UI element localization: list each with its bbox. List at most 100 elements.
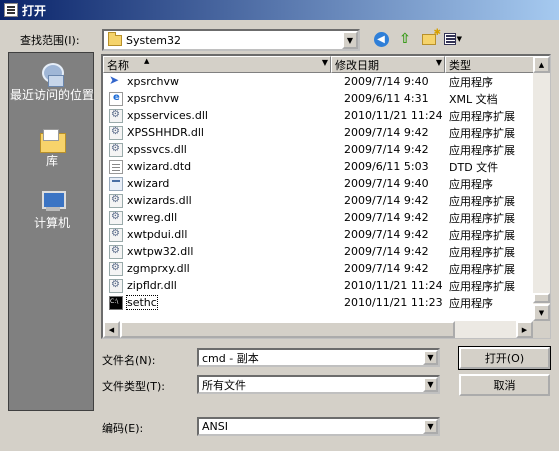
- scroll-corner: [533, 321, 550, 338]
- place-computer-label: 计算机: [33, 216, 70, 230]
- file-dll-icon: [109, 261, 123, 276]
- chevron-down-icon[interactable]: ▼: [423, 377, 438, 392]
- file-name: xpsrchvw: [127, 75, 180, 88]
- vertical-scrollbar[interactable]: ▲ ▼: [533, 56, 550, 321]
- file-name: zipfldr.dll: [127, 279, 177, 292]
- place-computer[interactable]: 计算机: [9, 189, 95, 230]
- file-list[interactable]: 名称 ▲ ▼ 修改日期 ▼ 类型 xpsrchvw2009/7/14 9:40应…: [101, 54, 551, 339]
- scroll-left-button[interactable]: ◀: [103, 321, 120, 338]
- new-folder-button[interactable]: [420, 28, 441, 48]
- filename-combo[interactable]: cmd - 副本 ▼: [197, 348, 440, 367]
- up-arrow-icon: ⇧: [399, 31, 411, 47]
- file-dll-icon: [109, 210, 123, 225]
- scroll-right-button[interactable]: ▶: [516, 321, 533, 338]
- filename-value[interactable]: cmd - 副本: [202, 350, 259, 366]
- file-name: xpsservices.dll: [127, 109, 208, 122]
- file-row[interactable]: xpssvcs.dll2009/7/14 9:42应用程序扩展: [103, 141, 549, 158]
- column-name-label: 名称: [107, 58, 129, 72]
- libraries-icon: [38, 127, 66, 153]
- look-in-combo[interactable]: System32 ▼: [102, 29, 360, 51]
- chevron-down-icon[interactable]: ▼: [436, 58, 442, 67]
- look-in-value: System32: [126, 33, 182, 47]
- file-name-cell: xwtpw32.dll: [103, 244, 341, 259]
- file-name-cell: xpsrchvw: [103, 91, 341, 106]
- file-dll-icon: [109, 125, 123, 140]
- recent-places-icon: [38, 61, 66, 87]
- file-row[interactable]: xwtpw32.dll2009/7/14 9:42应用程序扩展: [103, 243, 549, 260]
- file-rows: xpsrchvw2009/7/14 9:40应用程序xpsrchvw2009/6…: [103, 73, 549, 311]
- file-row[interactable]: xwizard 2009/7/14 9:40 应用程序: [103, 175, 549, 192]
- file-name: xwtpdui.dll: [127, 228, 188, 241]
- scroll-thumb-horizontal[interactable]: [120, 321, 455, 338]
- file-row[interactable]: xwizards.dll2009/7/14 9:42应用程序扩展: [103, 192, 549, 209]
- filetype-label: 文件类型(T):: [102, 380, 166, 393]
- file-dll-icon: [109, 108, 123, 123]
- file-name-cell: xwtpdui.dll: [103, 227, 341, 242]
- file-dll-icon: [109, 278, 123, 293]
- chevron-down-icon[interactable]: ▼: [322, 58, 328, 67]
- cancel-button[interactable]: 取消: [459, 374, 550, 396]
- file-date: 2010/11/21 11:24: [344, 279, 443, 292]
- scroll-down-button[interactable]: ▼: [533, 304, 550, 321]
- file-name: xpsrchvw: [127, 92, 180, 105]
- file-row[interactable]: xwreg.dll2009/7/14 9:42应用程序扩展: [103, 209, 549, 226]
- column-header-date[interactable]: 修改日期 ▼: [331, 56, 445, 73]
- file-row[interactable]: xpsrchvw2009/6/11 4:31XML 文档: [103, 90, 549, 107]
- title-bar: 打开: [0, 0, 559, 20]
- file-row[interactable]: sethc2010/11/21 11:23应用程序: [103, 294, 549, 311]
- file-name-cell: sethc: [103, 295, 341, 310]
- file-date: 2009/6/11 4:31: [344, 92, 429, 105]
- window-title: 打开: [22, 3, 47, 18]
- file-row[interactable]: XPSSHHDR.dll2009/7/14 9:42应用程序扩展: [103, 124, 549, 141]
- folder-icon: [108, 31, 122, 46]
- file-name-cell: zipfldr.dll: [103, 278, 341, 293]
- view-menu-button[interactable]: ▼: [444, 30, 462, 48]
- file-name-cell: xwreg.dll: [103, 210, 341, 225]
- place-libraries-label: 库: [45, 154, 58, 168]
- file-xml-icon: [109, 91, 123, 106]
- file-name: xwizard.dtd: [127, 160, 192, 173]
- file-name: xwreg.dll: [127, 211, 178, 224]
- file-name-cell: xpsrchvw: [103, 73, 341, 89]
- scroll-up-button[interactable]: ▲: [533, 56, 550, 73]
- file-name-cell: xwizard.dtd: [103, 159, 341, 174]
- up-folder-button[interactable]: ⇧: [396, 30, 414, 48]
- file-name-cell: xpsservices.dll: [103, 108, 341, 123]
- column-date-label: 修改日期: [335, 58, 379, 72]
- file-date: 2009/7/14 9:42: [344, 194, 429, 207]
- notepad-icon: [4, 3, 18, 17]
- new-folder-icon: [422, 28, 441, 45]
- look-in-label: 查找范围(I):: [20, 34, 80, 47]
- place-recent-label: 最近访问的位置: [9, 88, 94, 102]
- place-recent[interactable]: 最近访问的位置: [9, 61, 95, 102]
- file-row[interactable]: xpsservices.dll2010/11/21 11:24应用程序扩展: [103, 107, 549, 124]
- encoding-select[interactable]: ANSI ▼: [197, 417, 440, 436]
- filetype-select[interactable]: 所有文件 ▼: [197, 375, 440, 394]
- file-row[interactable]: xpsrchvw2009/7/14 9:40应用程序: [103, 73, 549, 90]
- file-row[interactable]: zipfldr.dll2010/11/21 11:24应用程序扩展: [103, 277, 549, 294]
- chevron-down-icon[interactable]: ▼: [423, 350, 438, 365]
- file-dll-icon: [109, 227, 123, 242]
- file-date: 2009/7/14 9:40: [344, 75, 429, 88]
- file-name-cell: xwizard: [103, 176, 341, 191]
- file-name: sethc: [126, 295, 158, 310]
- chevron-down-icon[interactable]: ▼: [342, 31, 358, 49]
- column-header-name[interactable]: 名称 ▲ ▼: [103, 56, 331, 73]
- back-button[interactable]: ◀: [372, 30, 390, 48]
- file-name: zgmprxy.dll: [127, 262, 190, 275]
- scroll-thumb[interactable]: [533, 293, 550, 303]
- file-row[interactable]: xwizard.dtd 2009/6/11 5:03 DTD 文件: [103, 158, 549, 175]
- file-dll-icon: [109, 193, 123, 208]
- file-name-cell: xpssvcs.dll: [103, 142, 341, 157]
- file-row[interactable]: zgmprxy.dll2009/7/14 9:42应用程序扩展: [103, 260, 549, 277]
- open-button[interactable]: 打开(O): [458, 346, 551, 370]
- sort-ascending-icon: ▲: [144, 57, 150, 65]
- file-row[interactable]: xwtpdui.dll2009/7/14 9:42应用程序扩展: [103, 226, 549, 243]
- chevron-down-icon[interactable]: ▼: [423, 419, 438, 434]
- file-dll-icon: [109, 142, 123, 157]
- horizontal-scrollbar[interactable]: ◀ ▶: [103, 321, 533, 338]
- computer-icon: [38, 189, 66, 215]
- place-libraries[interactable]: 库: [9, 127, 95, 168]
- file-date: 2009/6/11 5:03: [344, 160, 429, 173]
- file-date: 2009/7/14 9:40: [344, 177, 429, 190]
